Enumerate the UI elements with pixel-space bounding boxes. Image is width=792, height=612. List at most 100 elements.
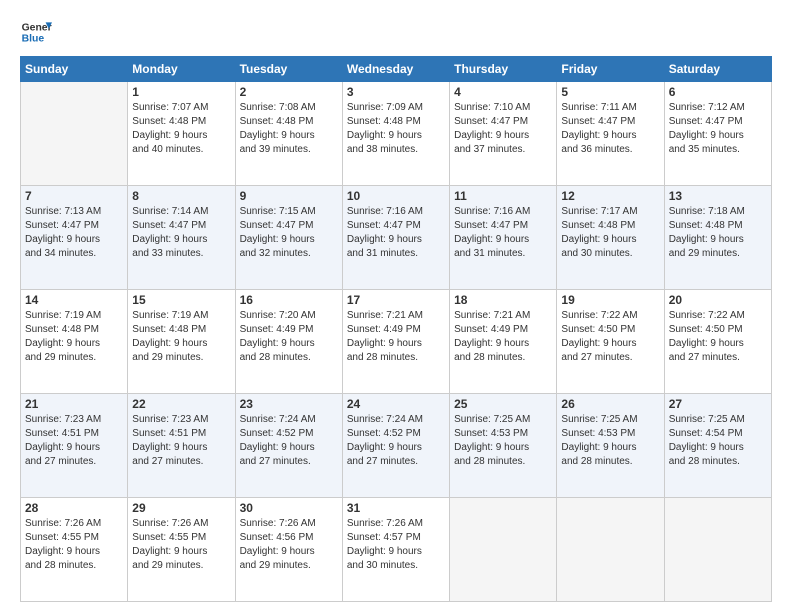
day-number: 19 [561, 293, 659, 307]
calendar-cell: 19 Sunrise: 7:22 AM Sunset: 4:50 PM Dayli… [557, 290, 664, 394]
day-info: Sunrise: 7:12 AM Sunset: 4:47 PM Dayligh… [669, 101, 767, 157]
day-number: 29 [132, 501, 230, 515]
day-info: Sunrise: 7:15 AM Sunset: 4:47 PM Dayligh… [240, 205, 338, 261]
calendar-cell: 30Sunrise: 7:26 AM Sunset: 4:56 PM Dayli… [235, 498, 342, 602]
day-info: Sunrise: 7:25 AM Sunset: 4:54 PM Dayligh… [669, 413, 767, 469]
day-info: Sunrise: 7:20 AM Sunset: 4:49 PM Dayligh… [240, 309, 338, 365]
day-info: Sunrise: 7:14 AM Sunset: 4:47 PM Dayligh… [132, 205, 230, 261]
day-info: Sunrise: 7:23 AM Sunset: 4:51 PM Dayligh… [25, 413, 123, 469]
calendar-cell: 1 Sunrise: 7:07 AM Sunset: 4:48 PM Daylig… [128, 82, 235, 186]
calendar-cell: 31 Sunrise: 7:26 AM Sunset: 4:57 PM Dayli… [342, 498, 449, 602]
calendar-cell: 3Sunrise: 7:09 AM Sunset: 4:48 PM Daylig… [342, 82, 449, 186]
calendar-cell: 23Sunrise: 7:24 AM Sunset: 4:52 PM Dayli… [235, 394, 342, 498]
calendar-cell: 15 Sunrise: 7:19 AM Sunset: 4:48 PM Dayli… [128, 290, 235, 394]
calendar-cell: 2 Sunrise: 7:08 AM Sunset: 4:48 PM Daylig… [235, 82, 342, 186]
calendar-cell: 20 Sunrise: 7:22 AM Sunset: 4:50 PM Dayli… [664, 290, 771, 394]
day-number: 12 [561, 189, 659, 203]
day-info: Sunrise: 7:26 AM Sunset: 4:57 PM Dayligh… [347, 517, 445, 573]
calendar-cell [557, 498, 664, 602]
col-header-saturday: Saturday [664, 57, 771, 82]
col-header-sunday: Sunday [21, 57, 128, 82]
day-info: Sunrise: 7:07 AM Sunset: 4:48 PM Dayligh… [132, 101, 230, 157]
day-info: Sunrise: 7:18 AM Sunset: 4:48 PM Dayligh… [669, 205, 767, 261]
logo: General Blue [20, 16, 56, 48]
calendar-cell: 8 Sunrise: 7:14 AM Sunset: 4:47 PM Daylig… [128, 186, 235, 290]
day-info: Sunrise: 7:17 AM Sunset: 4:48 PM Dayligh… [561, 205, 659, 261]
calendar-cell: 6 Sunrise: 7:12 AM Sunset: 4:47 PM Daylig… [664, 82, 771, 186]
day-number: 6 [669, 85, 767, 99]
calendar-cell [664, 498, 771, 602]
calendar-header-row: SundayMondayTuesdayWednesdayThursdayFrid… [21, 57, 772, 82]
calendar-cell: 29 Sunrise: 7:26 AM Sunset: 4:55 PM Dayli… [128, 498, 235, 602]
day-info: Sunrise: 7:11 AM Sunset: 4:47 PM Dayligh… [561, 101, 659, 157]
day-number: 1 [132, 85, 230, 99]
calendar-cell: 18Sunrise: 7:21 AM Sunset: 4:49 PM Dayli… [450, 290, 557, 394]
calendar-cell: 5Sunrise: 7:11 AM Sunset: 4:47 PM Daylig… [557, 82, 664, 186]
calendar-cell: 27 Sunrise: 7:25 AM Sunset: 4:54 PM Dayli… [664, 394, 771, 498]
day-number: 3 [347, 85, 445, 99]
day-info: Sunrise: 7:19 AM Sunset: 4:48 PM Dayligh… [25, 309, 123, 365]
day-number: 13 [669, 189, 767, 203]
day-number: 26 [561, 397, 659, 411]
day-info: Sunrise: 7:22 AM Sunset: 4:50 PM Dayligh… [669, 309, 767, 365]
calendar-cell: 10Sunrise: 7:16 AM Sunset: 4:47 PM Dayli… [342, 186, 449, 290]
calendar-cell: 21 Sunrise: 7:23 AM Sunset: 4:51 PM Dayli… [21, 394, 128, 498]
calendar-cell: 17Sunrise: 7:21 AM Sunset: 4:49 PM Dayli… [342, 290, 449, 394]
day-number: 16 [240, 293, 338, 307]
day-number: 24 [347, 397, 445, 411]
calendar-cell: 11 Sunrise: 7:16 AM Sunset: 4:47 PM Dayli… [450, 186, 557, 290]
col-header-wednesday: Wednesday [342, 57, 449, 82]
calendar-cell [21, 82, 128, 186]
day-number: 9 [240, 189, 338, 203]
day-number: 21 [25, 397, 123, 411]
day-info: Sunrise: 7:22 AM Sunset: 4:50 PM Dayligh… [561, 309, 659, 365]
page-header: General Blue [20, 16, 772, 48]
day-number: 27 [669, 397, 767, 411]
day-info: Sunrise: 7:23 AM Sunset: 4:51 PM Dayligh… [132, 413, 230, 469]
day-number: 17 [347, 293, 445, 307]
col-header-tuesday: Tuesday [235, 57, 342, 82]
day-info: Sunrise: 7:16 AM Sunset: 4:47 PM Dayligh… [454, 205, 552, 261]
day-info: Sunrise: 7:10 AM Sunset: 4:47 PM Dayligh… [454, 101, 552, 157]
day-number: 11 [454, 189, 552, 203]
svg-text:Blue: Blue [22, 34, 45, 45]
day-info: Sunrise: 7:19 AM Sunset: 4:48 PM Dayligh… [132, 309, 230, 365]
calendar-cell [450, 498, 557, 602]
calendar-cell: 16 Sunrise: 7:20 AM Sunset: 4:49 PM Dayli… [235, 290, 342, 394]
day-info: Sunrise: 7:16 AM Sunset: 4:47 PM Dayligh… [347, 205, 445, 261]
day-number: 20 [669, 293, 767, 307]
calendar-cell: 14 Sunrise: 7:19 AM Sunset: 4:48 PM Dayli… [21, 290, 128, 394]
calendar-week-row: 28 Sunrise: 7:26 AM Sunset: 4:55 PM Dayli… [21, 498, 772, 602]
day-info: Sunrise: 7:26 AM Sunset: 4:56 PM Dayligh… [240, 517, 338, 573]
day-number: 31 [347, 501, 445, 515]
calendar-cell: 25Sunrise: 7:25 AM Sunset: 4:53 PM Dayli… [450, 394, 557, 498]
day-number: 22 [132, 397, 230, 411]
day-number: 8 [132, 189, 230, 203]
calendar-table: SundayMondayTuesdayWednesdayThursdayFrid… [20, 56, 772, 602]
calendar-cell: 7 Sunrise: 7:13 AM Sunset: 4:47 PM Daylig… [21, 186, 128, 290]
day-number: 7 [25, 189, 123, 203]
day-info: Sunrise: 7:08 AM Sunset: 4:48 PM Dayligh… [240, 101, 338, 157]
day-info: Sunrise: 7:13 AM Sunset: 4:47 PM Dayligh… [25, 205, 123, 261]
calendar-week-row: 14 Sunrise: 7:19 AM Sunset: 4:48 PM Dayli… [21, 290, 772, 394]
day-number: 15 [132, 293, 230, 307]
calendar-cell: 26Sunrise: 7:25 AM Sunset: 4:53 PM Dayli… [557, 394, 664, 498]
day-number: 2 [240, 85, 338, 99]
calendar-cell: 28 Sunrise: 7:26 AM Sunset: 4:55 PM Dayli… [21, 498, 128, 602]
calendar-cell: 24 Sunrise: 7:24 AM Sunset: 4:52 PM Dayli… [342, 394, 449, 498]
calendar-week-row: 1 Sunrise: 7:07 AM Sunset: 4:48 PM Daylig… [21, 82, 772, 186]
page-container: General Blue SundayMondayTuesdayWednesda… [0, 0, 792, 612]
col-header-thursday: Thursday [450, 57, 557, 82]
day-number: 14 [25, 293, 123, 307]
calendar-cell: 9 Sunrise: 7:15 AM Sunset: 4:47 PM Daylig… [235, 186, 342, 290]
col-header-monday: Monday [128, 57, 235, 82]
day-info: Sunrise: 7:24 AM Sunset: 4:52 PM Dayligh… [347, 413, 445, 469]
day-number: 18 [454, 293, 552, 307]
logo-icon: General Blue [20, 16, 52, 48]
day-info: Sunrise: 7:26 AM Sunset: 4:55 PM Dayligh… [132, 517, 230, 573]
day-info: Sunrise: 7:25 AM Sunset: 4:53 PM Dayligh… [454, 413, 552, 469]
calendar-cell: 13 Sunrise: 7:18 AM Sunset: 4:48 PM Dayli… [664, 186, 771, 290]
day-info: Sunrise: 7:26 AM Sunset: 4:55 PM Dayligh… [25, 517, 123, 573]
day-number: 23 [240, 397, 338, 411]
day-number: 28 [25, 501, 123, 515]
